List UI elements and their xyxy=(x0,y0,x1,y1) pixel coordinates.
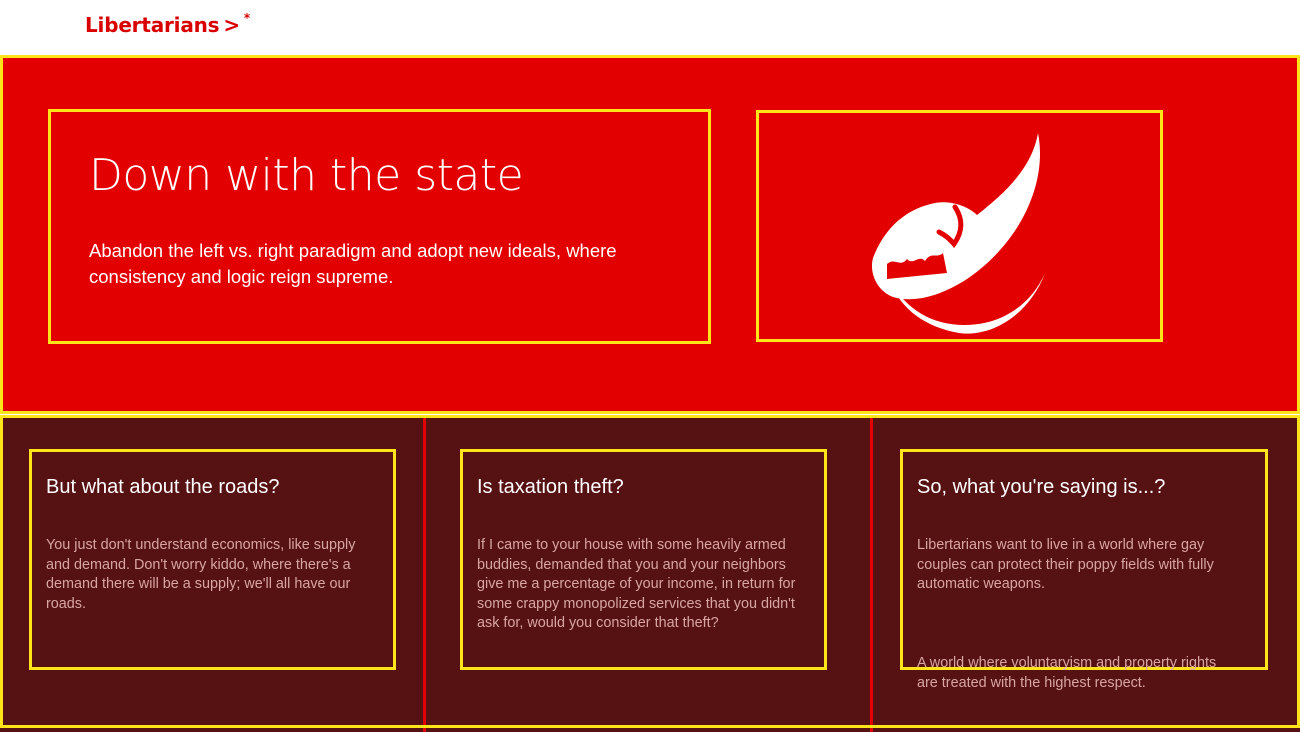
breadcrumb-separator: > xyxy=(223,13,240,37)
feature-card-taxation: Is taxation theft? If I came to your hou… xyxy=(460,449,827,670)
features-section: But what about the roads? You just don't… xyxy=(0,415,1300,732)
feature-title: So, what you're saying is...? xyxy=(917,476,1166,498)
feature-title: Is taxation theft? xyxy=(477,476,624,498)
eagle-feather-logo-icon xyxy=(871,133,1045,334)
hero-title: Down with the state xyxy=(89,150,524,201)
hero-section: Down with the state Abandon the left vs.… xyxy=(0,55,1300,414)
feature-body: You just don't understand economics, lik… xyxy=(46,537,356,612)
feature-card-roads: But what about the roads? You just don't… xyxy=(29,449,396,670)
breadcrumb-star: * xyxy=(243,11,250,25)
column-divider xyxy=(423,418,426,732)
feature-body: If I came to your house with some heavil… xyxy=(477,537,796,632)
hero-subtitle: Abandon the left vs. right paradigm and … xyxy=(89,240,617,287)
feature-body: Libertarians want to live in a world whe… xyxy=(917,537,1214,593)
hero-logo-box xyxy=(756,110,1163,342)
hero-text-box: Down with the state Abandon the left vs.… xyxy=(48,109,711,344)
feature-body-secondary: A world where voluntaryism and property … xyxy=(917,655,1217,691)
feature-title: But what about the roads? xyxy=(46,476,280,498)
feature-card-saying: So, what you're saying is...? Libertaria… xyxy=(900,449,1268,691)
brand-name: Libertarians xyxy=(85,13,220,37)
column-divider xyxy=(870,418,873,732)
brand-link[interactable]: Libertarians > * xyxy=(85,11,250,37)
